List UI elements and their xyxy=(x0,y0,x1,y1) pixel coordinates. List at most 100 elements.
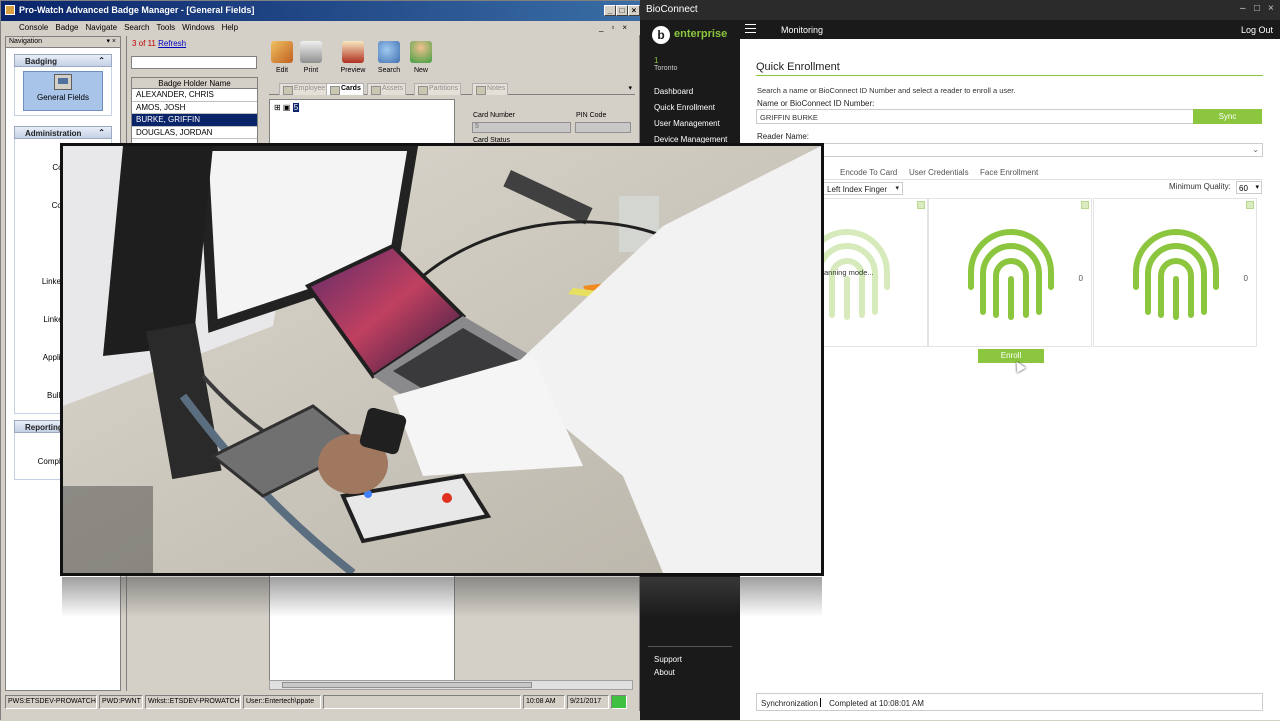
search-button[interactable]: Search xyxy=(374,39,404,79)
tab-cards[interactable]: Cards xyxy=(326,83,364,95)
nav-section-badging: Badging ⌃ General Fields xyxy=(14,54,112,116)
nav-section-header[interactable]: Administration ⌃ xyxy=(14,126,112,139)
menu-navigate[interactable]: Navigate xyxy=(86,23,118,35)
chevron-down-icon: ⌄ xyxy=(1252,145,1259,154)
status-message xyxy=(323,695,521,709)
reader-select[interactable]: ⌄ xyxy=(756,143,1263,157)
finger-select[interactable]: Left Index Finger ▾ xyxy=(823,182,903,195)
tab-assets[interactable]: Assets xyxy=(367,83,407,95)
new-button[interactable]: New xyxy=(406,39,436,79)
tab-face-enrollment[interactable]: Face Enrollment xyxy=(980,168,1038,177)
menu-icon[interactable] xyxy=(745,24,756,33)
sync-status-bar: Synchronization Completed at 10:08:01 AM xyxy=(756,693,1263,711)
refresh-link[interactable]: Refresh xyxy=(158,39,186,48)
list-item[interactable]: AMOS, JOSH xyxy=(132,102,257,114)
close-icon[interactable]: × xyxy=(1268,3,1274,14)
scanning-status: anning mode... xyxy=(824,268,874,277)
list-item-selected[interactable]: BURKE, GRIFFIN xyxy=(132,114,257,127)
preview-icon xyxy=(342,41,364,63)
badge-holder-list: Badge Holder Name ALEXANDER, CHRIS AMOS,… xyxy=(131,77,258,147)
name-label: Name or BioConnect ID Number: xyxy=(757,99,875,108)
enrollment-tabs: t Encode To Card User Credentials Face E… xyxy=(756,165,1263,180)
sidebar-item-quick-enrollment[interactable]: Quick Enrollment xyxy=(654,103,715,112)
prowatch-menu-bar: Console Badge Navigate Search Tools Wind… xyxy=(1,21,641,35)
horizontal-scrollbar[interactable] xyxy=(269,680,633,690)
preview-label: Preview xyxy=(340,67,366,74)
nav-item-general-fields[interactable]: General Fields xyxy=(23,71,103,111)
tab-user-credentials[interactable]: User Credentials xyxy=(909,168,969,177)
prowatch-title: Pro-Watch Advanced Badge Manager - [Gene… xyxy=(19,5,255,15)
bioconnect-title: BioConnect xyxy=(646,4,698,15)
menu-tools[interactable]: Tools xyxy=(156,23,175,35)
list-item[interactable]: DOUGLAS, JORDAN xyxy=(132,127,257,139)
preview-button[interactable]: Preview xyxy=(338,39,368,79)
minimize-icon[interactable]: _ xyxy=(604,5,616,16)
scrollbar-thumb[interactable] xyxy=(282,682,532,688)
collapse-chevron-icon[interactable]: ⌃ xyxy=(98,56,105,65)
sidebar-item-support[interactable]: Support xyxy=(654,655,682,664)
general-fields-icon xyxy=(54,74,72,90)
nav-item-label: General Fields xyxy=(36,93,90,102)
clear-icon[interactable] xyxy=(1081,201,1089,209)
record-count-text: 3 of 11 xyxy=(132,39,156,48)
tab-employee[interactable]: Employee xyxy=(279,83,329,95)
mdi-controls[interactable]: _▫× xyxy=(599,23,635,32)
min-quality-select[interactable]: 60 ▾ xyxy=(1236,181,1262,194)
scan-count: 0 xyxy=(1243,274,1248,283)
connection-indicator-icon xyxy=(611,695,627,709)
tab-notes[interactable]: Notes xyxy=(472,83,509,95)
clear-icon[interactable] xyxy=(917,201,925,209)
sidebar-divider xyxy=(648,646,732,647)
print-label: Print xyxy=(303,67,319,74)
pane-close-icon[interactable]: ▾ × xyxy=(106,37,116,45)
edit-icon xyxy=(271,41,293,63)
chevron-down-icon: ▾ xyxy=(895,185,899,192)
tab-encode-to-card[interactable]: Encode To Card xyxy=(840,168,897,177)
status-user: User::Entertech\ppate xyxy=(243,695,321,709)
page-title: Quick Enrollment xyxy=(756,61,840,73)
sidebar-item-user-management[interactable]: User Management xyxy=(654,119,720,128)
column-header[interactable]: Badge Holder Name xyxy=(132,78,257,89)
clear-icon[interactable] xyxy=(1246,201,1254,209)
site-name: Toronto xyxy=(654,65,678,72)
menu-help[interactable]: Help xyxy=(222,23,238,35)
sync-button[interactable]: Sync xyxy=(1193,109,1262,124)
menu-badge[interactable]: Badge xyxy=(55,23,78,35)
edit-button[interactable]: Edit xyxy=(267,39,297,79)
title-underline xyxy=(756,75,1263,76)
menu-console[interactable]: Console xyxy=(19,23,48,35)
new-person-icon xyxy=(410,41,432,63)
close-icon[interactable]: × xyxy=(628,5,640,16)
sync-status-label: Synchronization xyxy=(761,699,818,708)
fingerprint-scan-3: 0 xyxy=(1093,198,1257,347)
min-quality-label: Minimum Quality: xyxy=(1169,182,1231,191)
menu-windows[interactable]: Windows xyxy=(182,23,214,35)
site-number: 1 xyxy=(654,56,659,65)
tab-partitions[interactable]: Partitions xyxy=(414,83,462,95)
sidebar-item-about[interactable]: About xyxy=(654,668,675,677)
card-number-field[interactable]: 5 xyxy=(472,122,571,133)
logout-link[interactable]: Log Out xyxy=(1241,25,1273,35)
pin-code-field[interactable] xyxy=(575,122,631,133)
minimize-icon[interactable]: – xyxy=(1240,3,1246,14)
list-item[interactable]: ALEXANDER, CHRIS xyxy=(132,89,257,102)
nav-section-header[interactable]: Badging ⌃ xyxy=(14,54,112,67)
sidebar-item-dashboard[interactable]: Dashboard xyxy=(654,87,693,96)
name-input[interactable]: GRIFFIN BURKE xyxy=(756,109,1194,124)
enroll-button[interactable]: Enroll xyxy=(978,349,1044,363)
status-time: 10:08 AM xyxy=(523,695,565,709)
tree-node[interactable]: ⊞ ▣ 5 xyxy=(274,103,300,112)
collapse-chevron-icon[interactable]: ⌃ xyxy=(98,128,105,137)
print-button[interactable]: Print xyxy=(296,39,326,79)
maximize-icon[interactable]: □ xyxy=(1254,3,1260,14)
tab-dropdown-icon[interactable]: ▾ xyxy=(628,84,632,92)
maximize-icon[interactable]: □ xyxy=(616,5,628,16)
video-overlay xyxy=(60,143,824,576)
desk-photo xyxy=(63,146,821,573)
fingerprint-icon xyxy=(1133,229,1219,320)
monitoring-link[interactable]: Monitoring xyxy=(781,25,823,35)
menu-search[interactable]: Search xyxy=(124,23,149,35)
finger-select-value: Left Index Finger xyxy=(827,185,888,194)
badge-search-input[interactable] xyxy=(131,56,257,69)
status-workstation: Wrkst::ETSDEV-PROWATCH xyxy=(145,695,241,709)
